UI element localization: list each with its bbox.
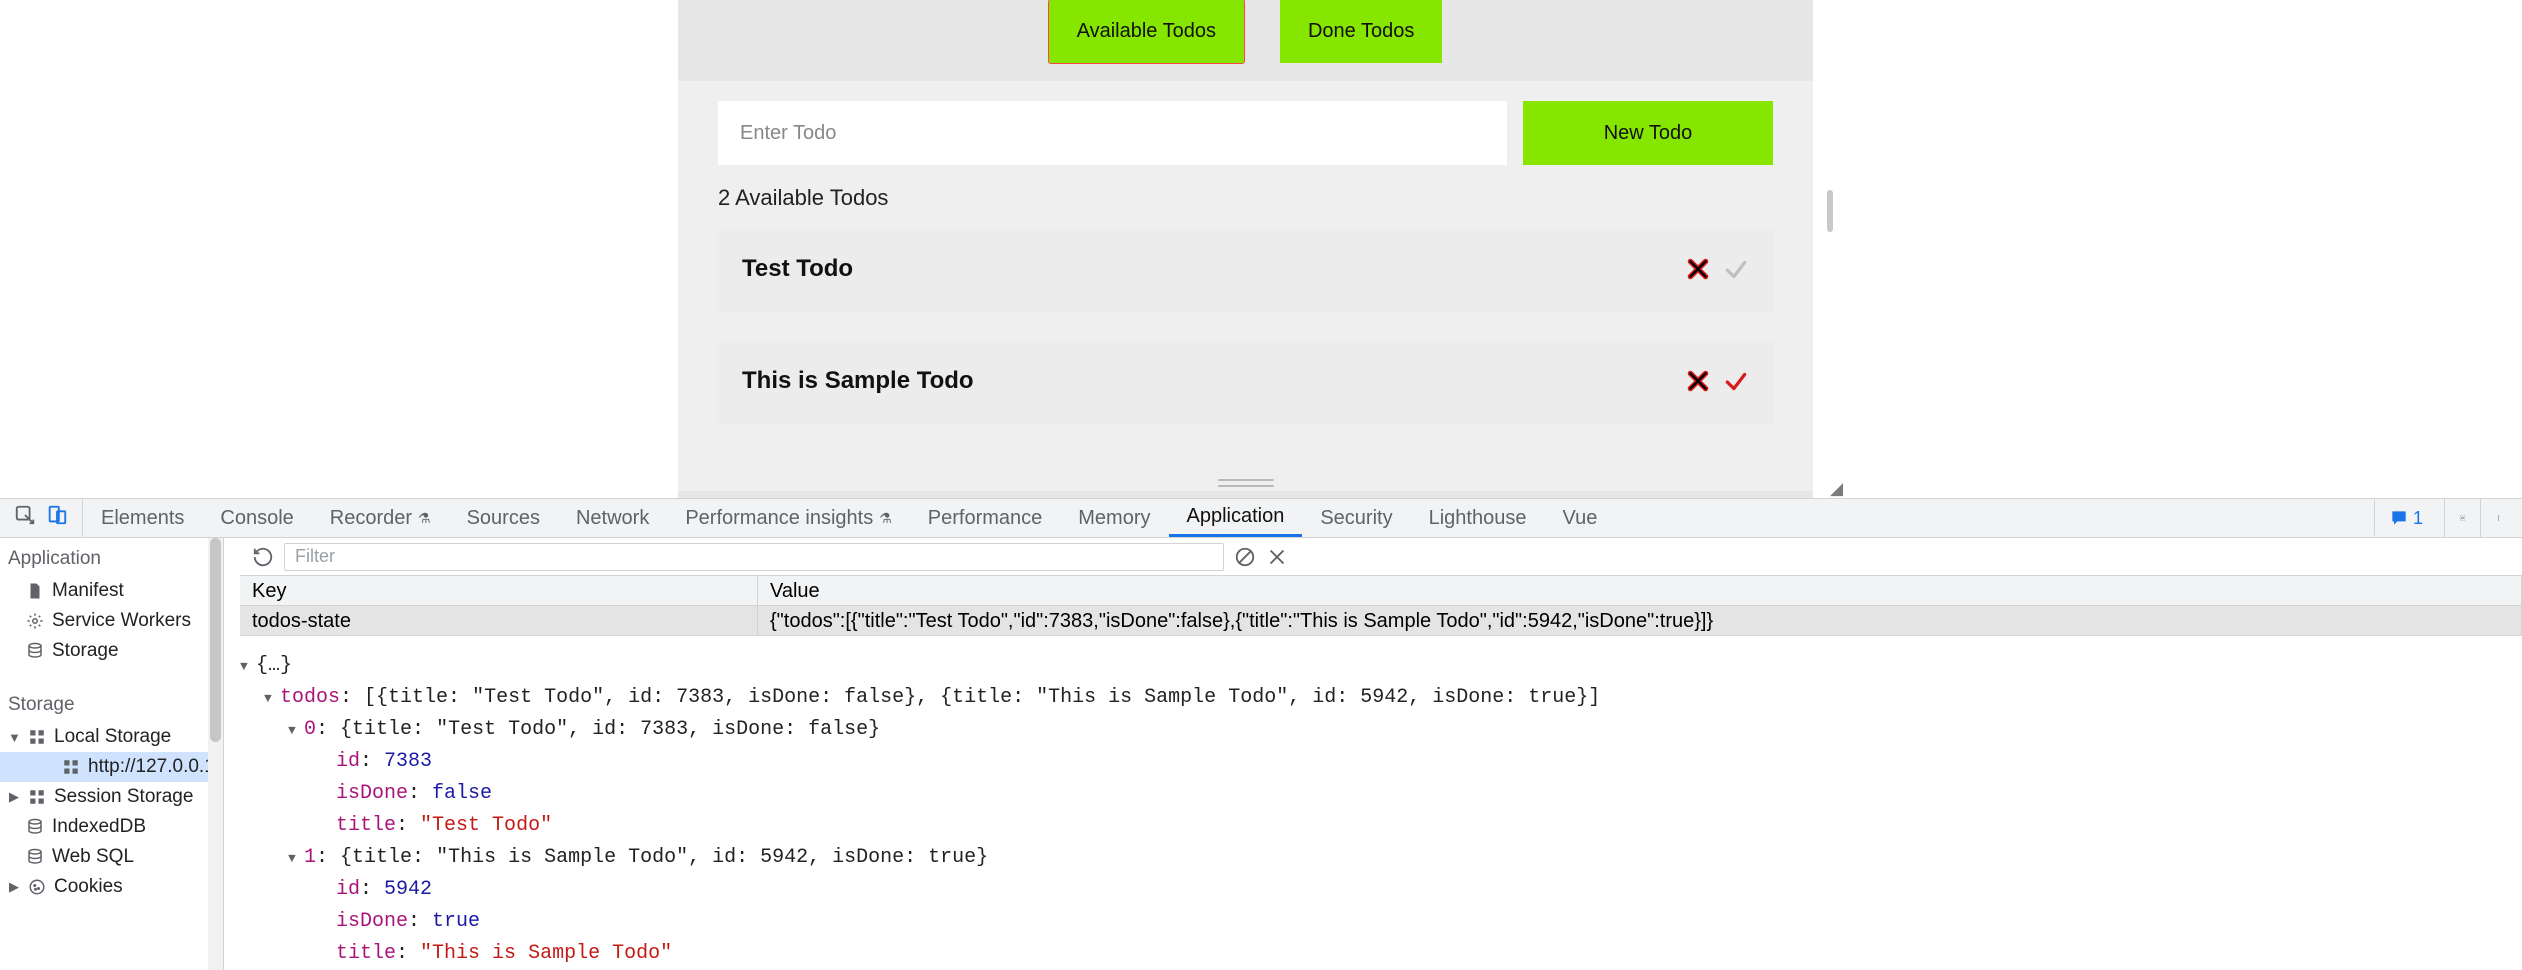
grid-icon xyxy=(28,728,46,746)
tab-done-todos[interactable]: Done Todos xyxy=(1280,0,1442,63)
devtools-tab-strip: Elements Console Recorder⚗ Sources Netwo… xyxy=(0,498,2522,538)
expand-icon: ▶ xyxy=(8,789,20,805)
scrollbar-thumb[interactable] xyxy=(1827,190,1833,232)
todo-input[interactable] xyxy=(718,101,1507,165)
devtools-tab-performance-insights[interactable]: Performance insights⚗ xyxy=(667,499,909,537)
json-leaf[interactable]: id: 5942 xyxy=(240,874,2522,906)
flask-icon: ⚗ xyxy=(418,510,431,527)
devtools-tab-security[interactable]: Security xyxy=(1302,499,1410,537)
delete-icon[interactable] xyxy=(1685,368,1711,394)
drag-handle-icon[interactable] xyxy=(1218,479,1274,487)
todo-item: Test Todo xyxy=(718,229,1773,309)
delete-icon[interactable] xyxy=(1685,256,1711,282)
todo-item: This is Sample Todo xyxy=(718,341,1773,421)
device-toolbar-icon[interactable] xyxy=(46,504,68,532)
file-icon xyxy=(26,582,44,600)
todo-item-title: Test Todo xyxy=(742,255,853,283)
col-header-key[interactable]: Key xyxy=(240,576,758,605)
tab-available-todos[interactable]: Available Todos xyxy=(1049,0,1244,63)
json-node[interactable]: ▼0: {title: "Test Todo", id: 7383, isDon… xyxy=(240,714,2522,746)
grid-icon xyxy=(28,788,46,806)
expand-icon: ▶ xyxy=(8,879,20,895)
json-leaf[interactable]: id: 7383 xyxy=(240,746,2522,778)
devtools-tab-elements[interactable]: Elements xyxy=(83,499,202,537)
mark-done-icon[interactable] xyxy=(1723,368,1749,394)
settings-icon[interactable] xyxy=(2444,499,2466,537)
more-icon[interactable] xyxy=(2480,499,2502,537)
devtools-tab-memory[interactable]: Memory xyxy=(1060,499,1168,537)
resize-handle-icon[interactable]: ◢ xyxy=(1830,480,1848,498)
sidebar-item-local-storage[interactable]: ▼ Local Storage xyxy=(0,722,223,752)
database-icon xyxy=(26,818,44,836)
storage-row-value: {"todos":[{"title":"Test Todo","id":7383… xyxy=(758,606,2522,635)
devtools-tab-network[interactable]: Network xyxy=(558,499,667,537)
sidebar-item-indexeddb[interactable]: IndexedDB xyxy=(0,812,223,842)
todo-list: Test Todo This is Sample Todo xyxy=(718,229,1773,421)
sidebar-heading-storage: Storage xyxy=(0,684,223,722)
flask-icon: ⚗ xyxy=(879,510,892,527)
storage-toolbar xyxy=(240,538,2522,576)
devtools-tab-sources[interactable]: Sources xyxy=(449,499,558,537)
todo-item-title: This is Sample Todo xyxy=(742,367,974,395)
tab-row: Available Todos Done Todos xyxy=(678,0,1813,81)
content-area: New Todo 2 Available Todos Test Todo xyxy=(678,81,1813,491)
devtools-tab-vue[interactable]: Vue xyxy=(1544,499,1615,537)
json-node[interactable]: ▼{…} xyxy=(240,650,2522,682)
devtools-tab-lighthouse[interactable]: Lighthouse xyxy=(1411,499,1545,537)
sidebar-scrollbar[interactable] xyxy=(208,538,223,970)
sidebar-item-local-storage-origin[interactable]: http://127.0.0.1:5 xyxy=(0,752,223,782)
sidebar-item-manifest[interactable]: Manifest xyxy=(0,576,223,606)
cookie-icon xyxy=(28,878,46,896)
page-area: Available Todos Done Todos New Todo 2 Av… xyxy=(0,0,2522,498)
devtools-tab-recorder[interactable]: Recorder⚗ xyxy=(312,499,449,537)
mark-done-icon[interactable] xyxy=(1723,256,1749,282)
sidebar-item-session-storage[interactable]: ▶ Session Storage xyxy=(0,782,223,812)
grid-icon xyxy=(62,758,80,776)
issues-chip[interactable]: 1 xyxy=(2374,499,2430,537)
col-header-value[interactable]: Value xyxy=(758,576,2522,605)
json-leaf[interactable]: title: "This is Sample Todo" xyxy=(240,938,2522,970)
json-node[interactable]: ▼todos: [{title: "Test Todo", id: 7383, … xyxy=(240,682,2522,714)
inspect-element-icon[interactable] xyxy=(14,504,36,532)
json-leaf[interactable]: title: "Test Todo" xyxy=(240,810,2522,842)
database-icon xyxy=(26,642,44,660)
available-count-label: 2 Available Todos xyxy=(718,185,1773,211)
devtools-tab-performance[interactable]: Performance xyxy=(910,499,1061,537)
clear-all-icon[interactable] xyxy=(1234,546,1256,568)
storage-table-header: Key Value xyxy=(240,576,2522,606)
gear-icon xyxy=(26,612,44,630)
devtools-tab-application[interactable]: Application xyxy=(1169,499,1303,537)
storage-table-row[interactable]: todos-state {"todos":[{"title":"Test Tod… xyxy=(240,606,2522,636)
json-leaf[interactable]: isDone: false xyxy=(240,778,2522,810)
todo-app: Available Todos Done Todos New Todo 2 Av… xyxy=(678,0,1813,498)
sidebar-item-service-workers[interactable]: Service Workers xyxy=(0,606,223,636)
storage-row-key: todos-state xyxy=(240,606,758,635)
sidebar-item-websql[interactable]: Web SQL xyxy=(0,842,223,872)
new-todo-button[interactable]: New Todo xyxy=(1523,101,1773,165)
json-preview-tree: ▼{…} ▼todos: [{title: "Test Todo", id: 7… xyxy=(240,650,2522,970)
filter-input[interactable] xyxy=(284,543,1224,571)
delete-selected-icon[interactable] xyxy=(1266,546,1288,568)
sidebar-item-storage[interactable]: Storage xyxy=(0,636,223,666)
json-leaf[interactable]: isDone: true xyxy=(240,906,2522,938)
input-row: New Todo xyxy=(718,101,1773,165)
expand-icon: ▼ xyxy=(8,730,20,745)
refresh-icon[interactable] xyxy=(252,546,274,568)
issues-count: 1 xyxy=(2413,508,2423,529)
devtools-tab-console[interactable]: Console xyxy=(202,499,311,537)
database-icon xyxy=(26,848,44,866)
sidebar-item-cookies[interactable]: ▶ Cookies xyxy=(0,872,223,902)
json-node[interactable]: ▼1: {title: "This is Sample Todo", id: 5… xyxy=(240,842,2522,874)
devtools-sidebar: Application Manifest Service Workers Sto… xyxy=(0,538,224,970)
sidebar-heading-application: Application xyxy=(0,538,223,576)
